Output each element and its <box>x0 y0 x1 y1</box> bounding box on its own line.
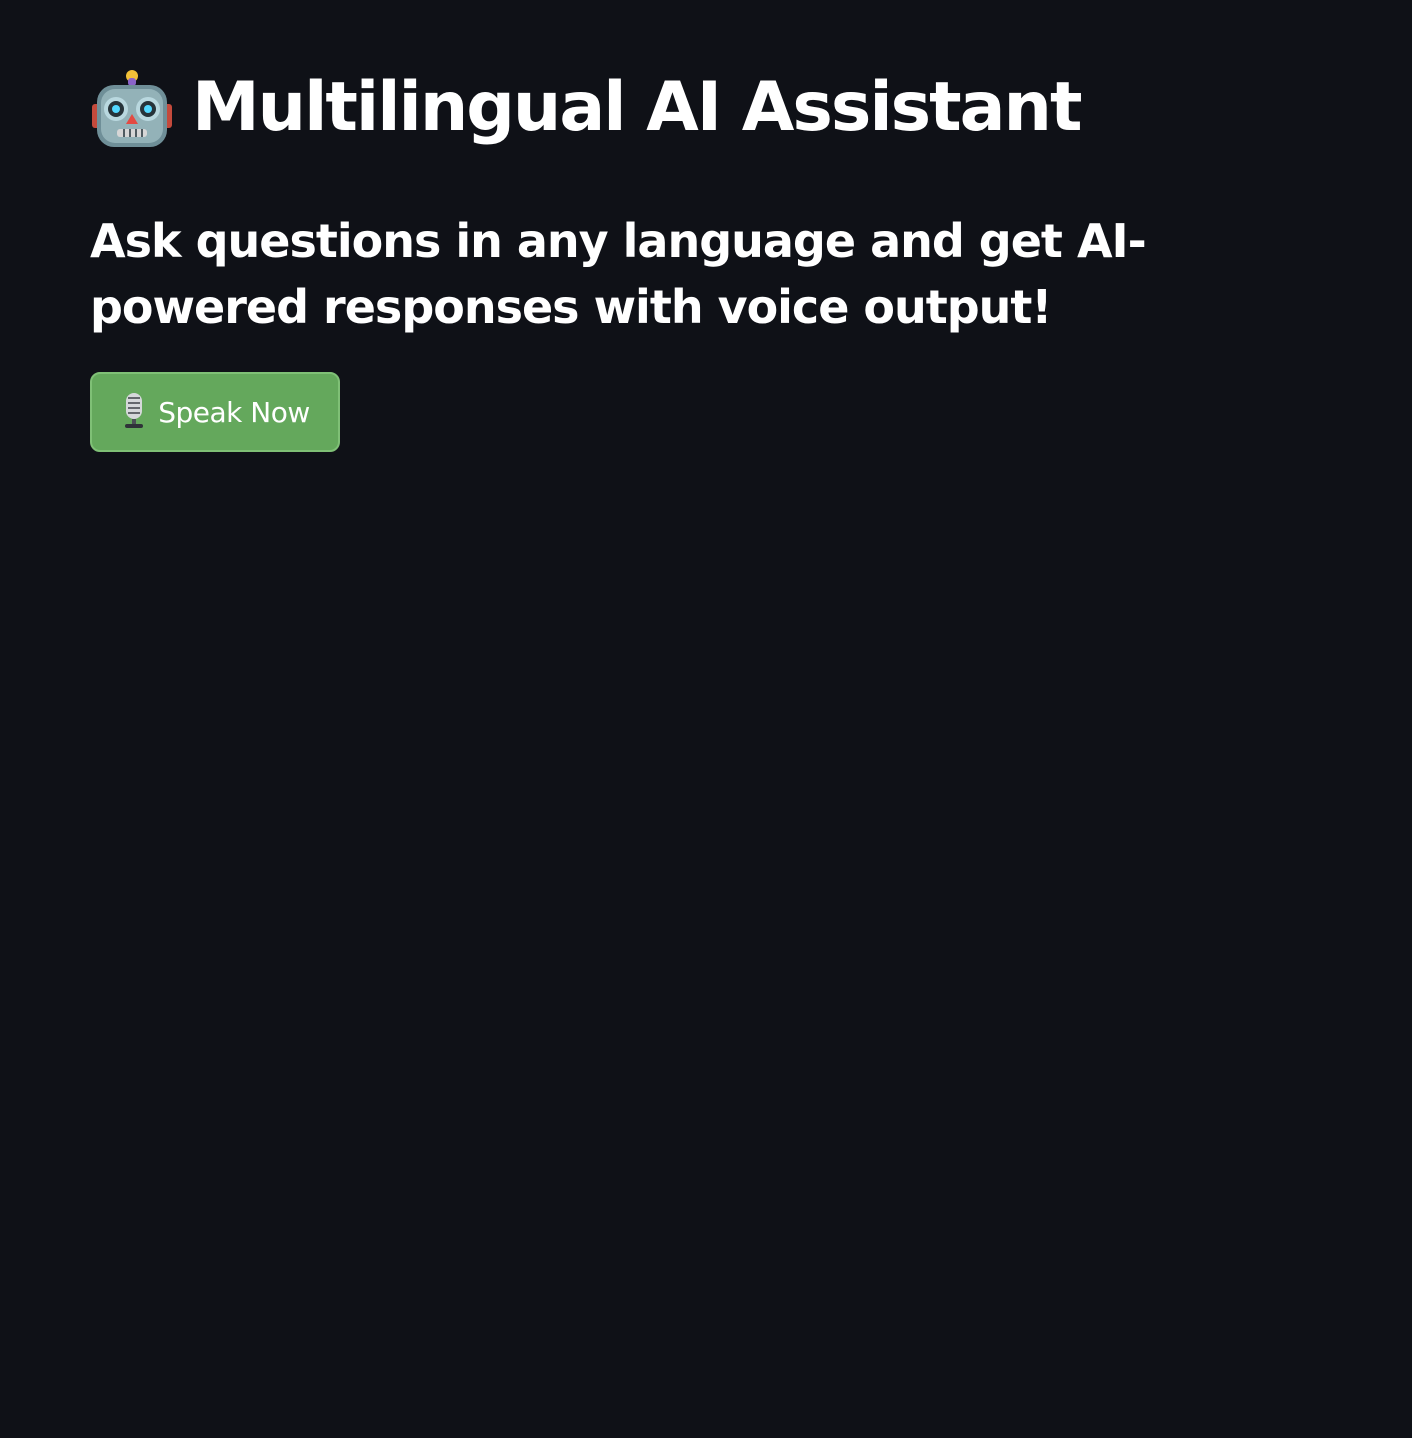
robot-icon <box>92 70 172 147</box>
microphone-icon <box>125 393 144 428</box>
page-subtitle: Ask questions in any language and get AI… <box>90 214 1147 334</box>
speak-now-label: Speak Now <box>158 395 310 429</box>
page-title: Multilingual AI Assistant <box>192 68 1082 147</box>
speak-now-button[interactable]: Speak Now <box>90 372 340 452</box>
page-header: Multilingual AI Assistant <box>92 58 1082 158</box>
app-container: Multilingual AI Assistant Ask questions … <box>90 0 1322 1438</box>
